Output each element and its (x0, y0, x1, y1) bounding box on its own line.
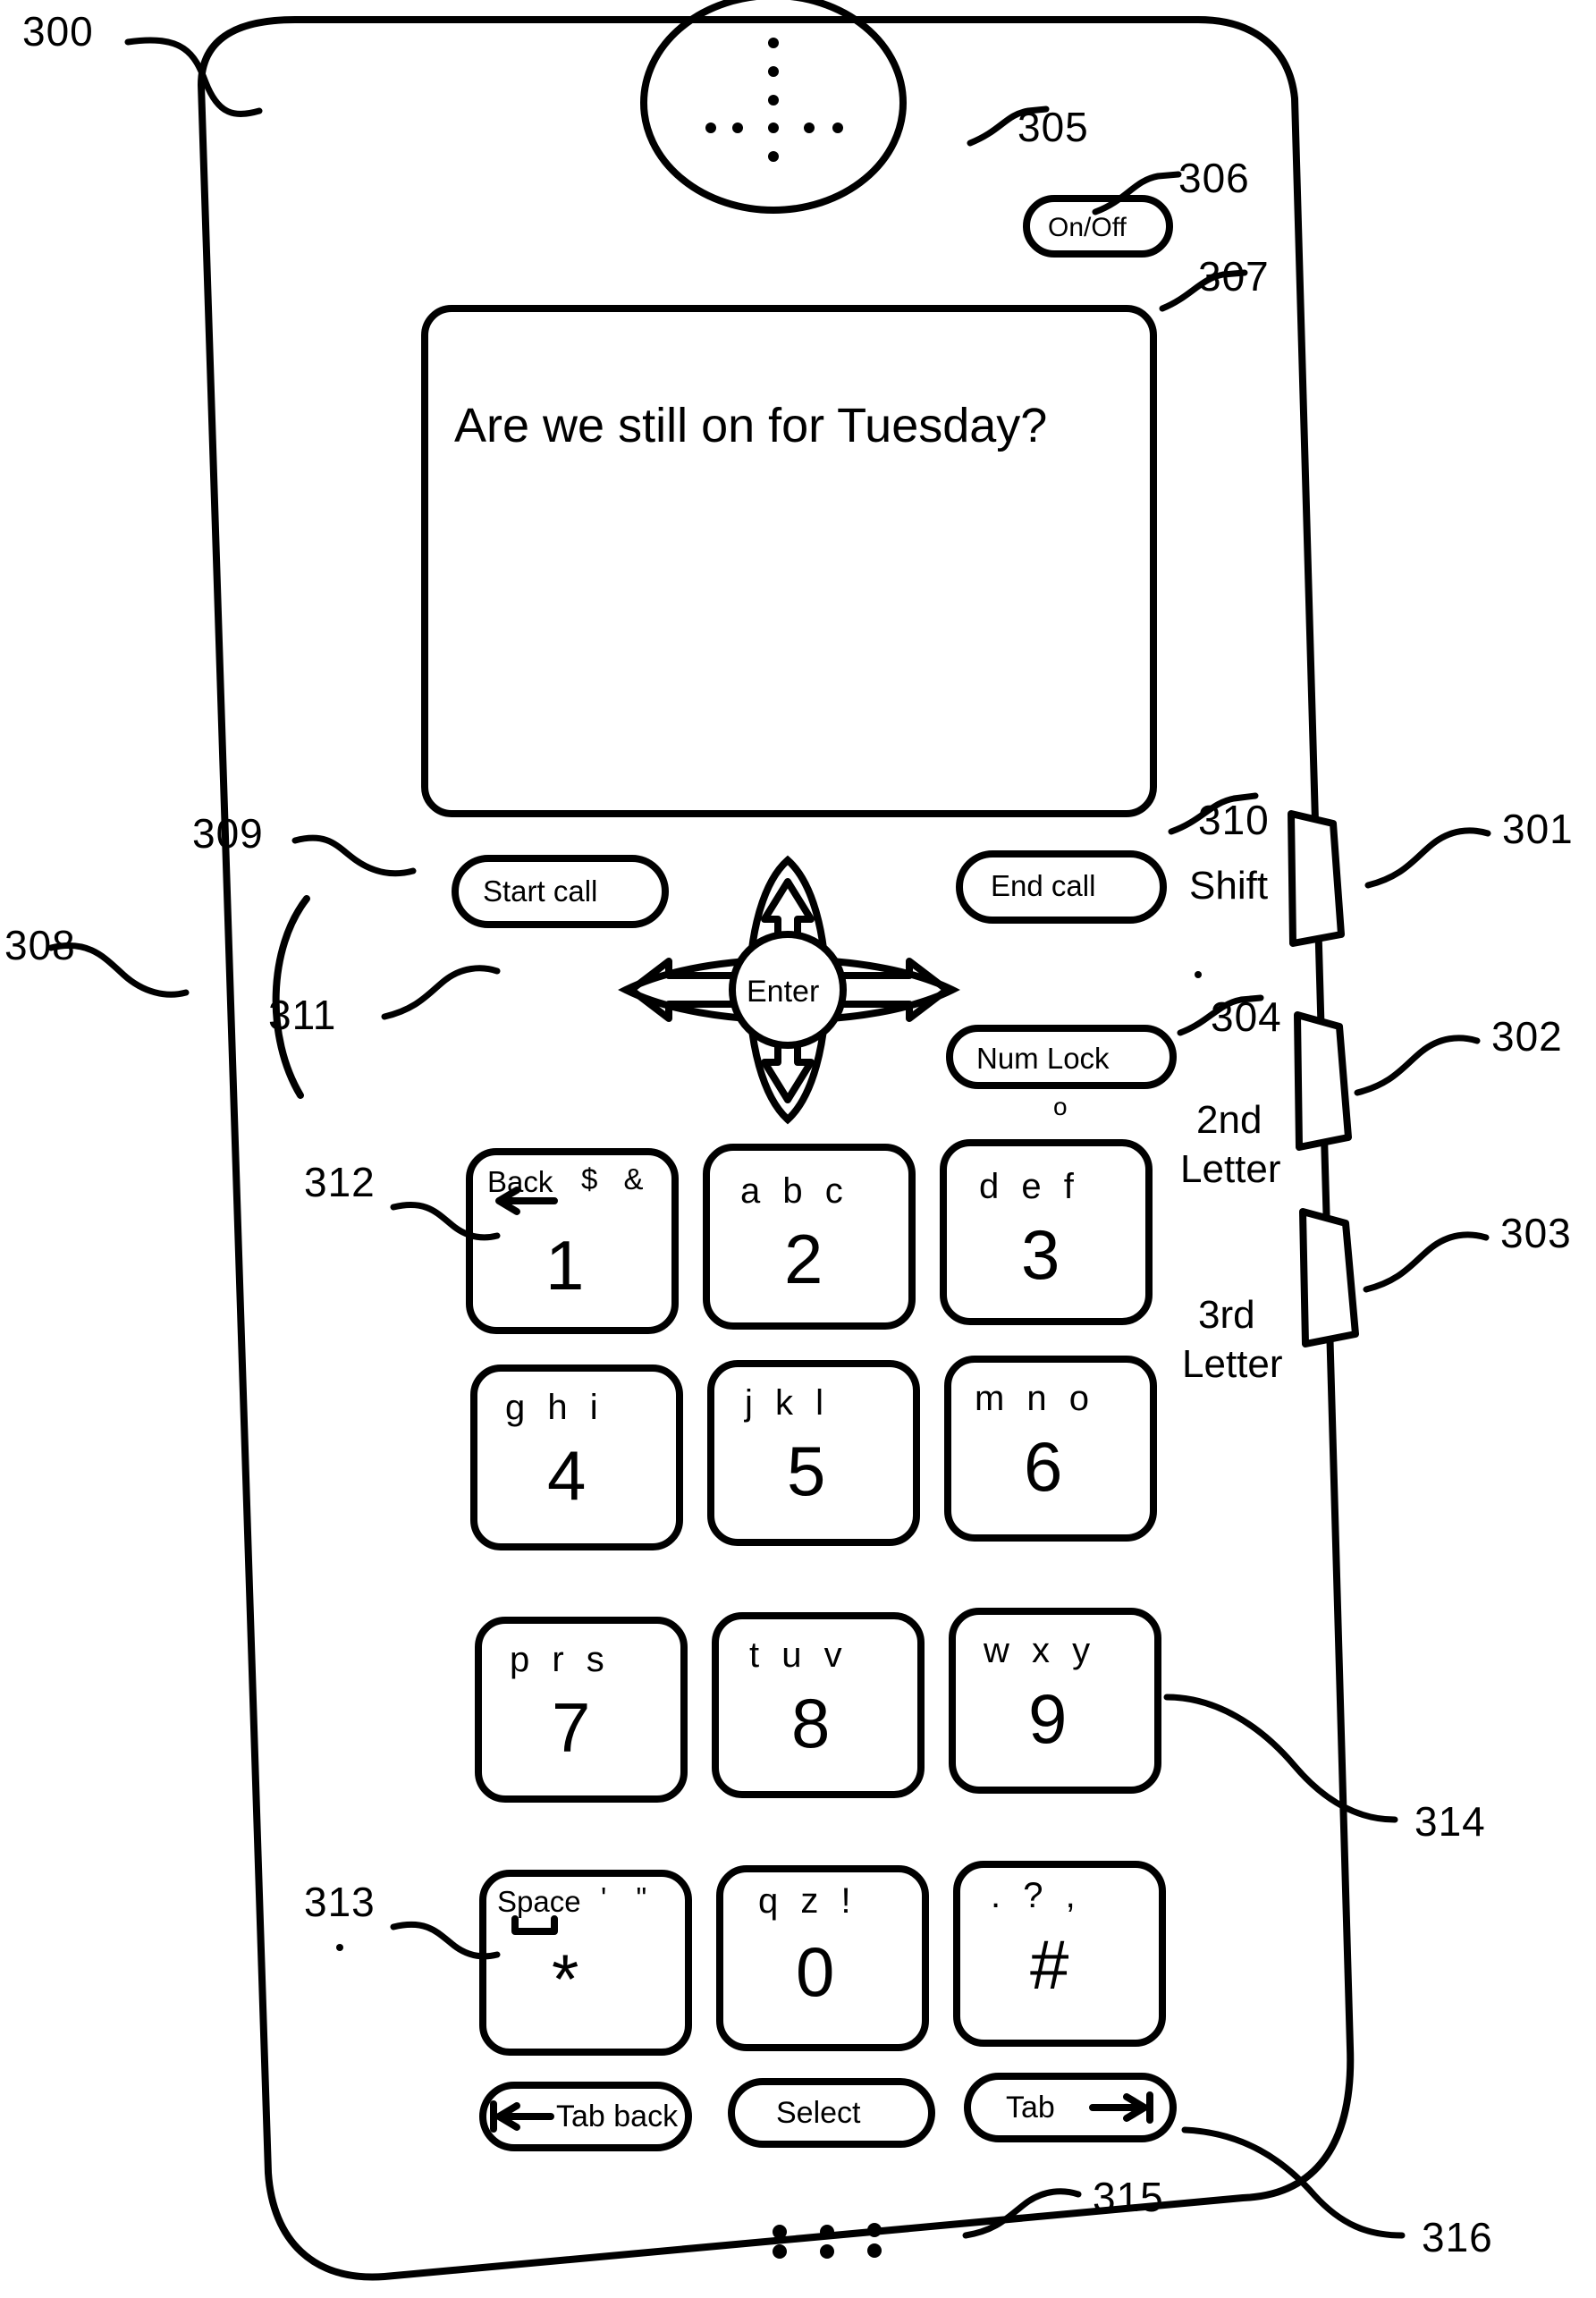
tab-label[interactable]: Tab (1006, 2091, 1055, 2125)
key-6-digit[interactable]: 6 (1024, 1426, 1062, 1508)
second-letter-label-2[interactable]: Letter (1180, 1148, 1281, 1190)
key-star-symbols[interactable]: ' " (601, 1881, 657, 1915)
key-star-function-label[interactable]: Space (497, 1885, 581, 1919)
key-1-digit[interactable]: 1 (545, 1225, 584, 1306)
key-1-function-label[interactable]: Back (487, 1165, 553, 1199)
ref-310: 310 (1198, 797, 1270, 843)
start-call-label[interactable]: Start call (483, 874, 597, 908)
end-call-label[interactable]: End call (991, 869, 1095, 903)
third-letter-label-1[interactable]: 3rd (1198, 1294, 1255, 1336)
key-9-digit[interactable]: 9 (1028, 1678, 1067, 1760)
ref-302: 302 (1491, 1013, 1563, 1060)
ref-308: 308 (4, 922, 76, 968)
ref-309: 309 (192, 810, 264, 857)
key-4-digit[interactable]: 4 (547, 1435, 586, 1517)
ref-305: 305 (1018, 104, 1089, 150)
key-2-digit[interactable]: 2 (784, 1219, 823, 1300)
ref-304: 304 (1211, 993, 1282, 1040)
ref-300: 300 (22, 8, 94, 55)
ref-313: 313 (304, 1879, 376, 1925)
ref-315: 315 (1093, 2174, 1164, 2220)
key-7-digit[interactable]: 7 (552, 1687, 590, 1769)
ref-306: 306 (1178, 155, 1250, 201)
ref-316: 316 (1422, 2214, 1493, 2260)
shift-label[interactable]: Shift (1189, 865, 1268, 907)
second-letter-label-1[interactable]: 2nd (1196, 1099, 1262, 1141)
key-3-letters[interactable]: d e f (979, 1167, 1080, 1207)
key-hash-digit[interactable]: # (1030, 1924, 1068, 2006)
select-label[interactable]: Select (776, 2096, 861, 2131)
key-hash-letters[interactable]: . ? , (991, 1876, 1082, 1916)
ref-312: 312 (304, 1159, 376, 1205)
key-7-letters[interactable]: p r s (510, 1640, 611, 1680)
key-8-digit[interactable]: 8 (791, 1683, 830, 1764)
key-1-symbols[interactable]: $ & (581, 1162, 653, 1196)
second-letter-side-button[interactable] (1294, 1011, 1352, 1151)
patent-figure: 300 301 302 303 304 305 306 307 308 309 … (0, 0, 1596, 2298)
ref-301: 301 (1502, 806, 1574, 852)
key-2-letters[interactable]: a b c (740, 1171, 849, 1212)
on-off-label[interactable]: On/Off (1048, 213, 1127, 243)
third-letter-label-2[interactable]: Letter (1182, 1343, 1283, 1385)
key-9-letters[interactable]: w x y (984, 1631, 1096, 1671)
key-6-letters[interactable]: m n o (975, 1379, 1095, 1419)
key-0-letters[interactable]: q z ! (758, 1881, 857, 1922)
num-lock-label[interactable]: Num Lock (976, 1042, 1110, 1076)
num-lock-indicator: o (1053, 1093, 1068, 1120)
ref-307: 307 (1198, 253, 1270, 300)
key-5-letters[interactable]: j k l (745, 1383, 830, 1424)
shift-side-button[interactable] (1288, 810, 1345, 947)
ref-314: 314 (1414, 1798, 1486, 1845)
key-3-digit[interactable]: 3 (1021, 1214, 1060, 1296)
key-8-letters[interactable]: t u v (749, 1635, 849, 1676)
tab-button[interactable] (964, 2073, 1177, 2142)
key-5-digit[interactable]: 5 (787, 1431, 825, 1512)
key-star-digit[interactable]: * (552, 1939, 578, 2020)
key-4-letters[interactable]: g h i (505, 1388, 604, 1428)
ref-311: 311 (268, 992, 337, 1038)
ref-303: 303 (1500, 1210, 1572, 1256)
key-0-digit[interactable]: 0 (796, 1931, 834, 2013)
display-message: Are we still on for Tuesday? (454, 399, 1048, 452)
tab-back-label[interactable]: Tab back (556, 2099, 678, 2134)
enter-label[interactable]: Enter (747, 975, 819, 1010)
third-letter-side-button[interactable] (1299, 1208, 1359, 1348)
